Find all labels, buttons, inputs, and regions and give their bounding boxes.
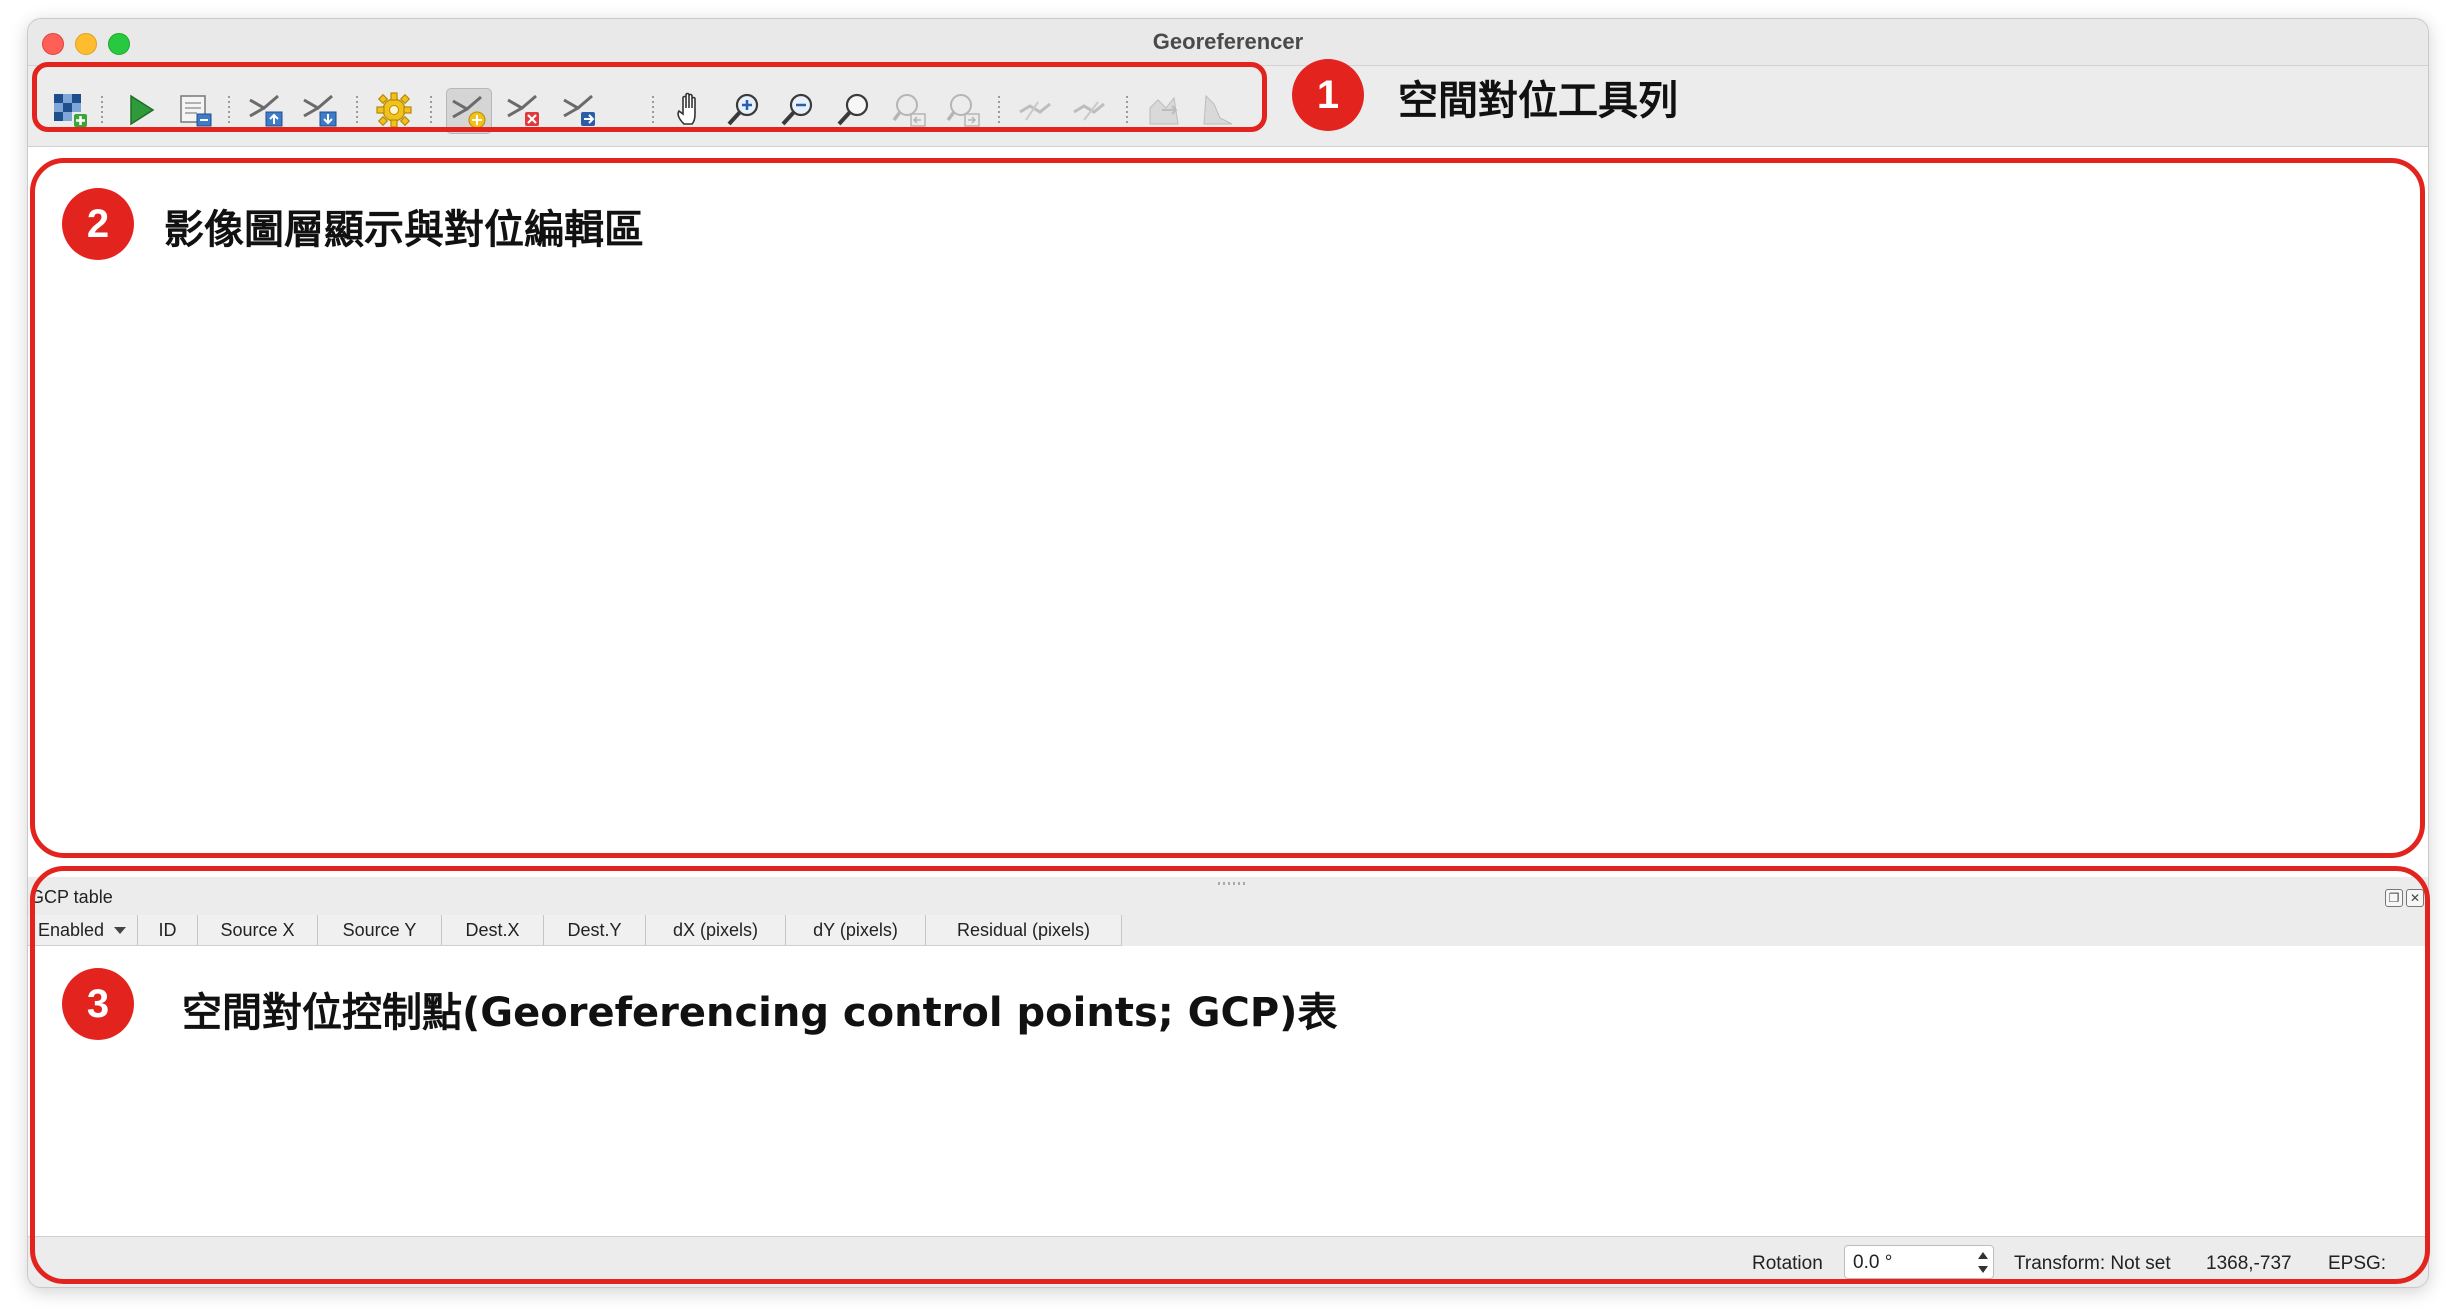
annotation-marker-2: 2 <box>62 188 134 260</box>
annotation-label-gcp: 空間對位控制點(Georeferencing control points; G… <box>182 990 1338 1036</box>
annotation-label-canvas: 影像圖層顯示與對位編輯區 <box>164 207 644 253</box>
annotation-box-canvas <box>30 158 2425 858</box>
annotation-label-toolbar: 空間對位工具列 <box>1398 78 1678 124</box>
annotation-marker-3: 3 <box>62 968 134 1040</box>
annotation-box-gcp <box>30 866 2430 1284</box>
title-bar: Georeferencer <box>28 19 2428 66</box>
annotation-box-toolbar <box>32 62 1267 132</box>
annotation-marker-1: 1 <box>1292 59 1364 131</box>
window-title: Georeferencer <box>1152 29 1304 54</box>
